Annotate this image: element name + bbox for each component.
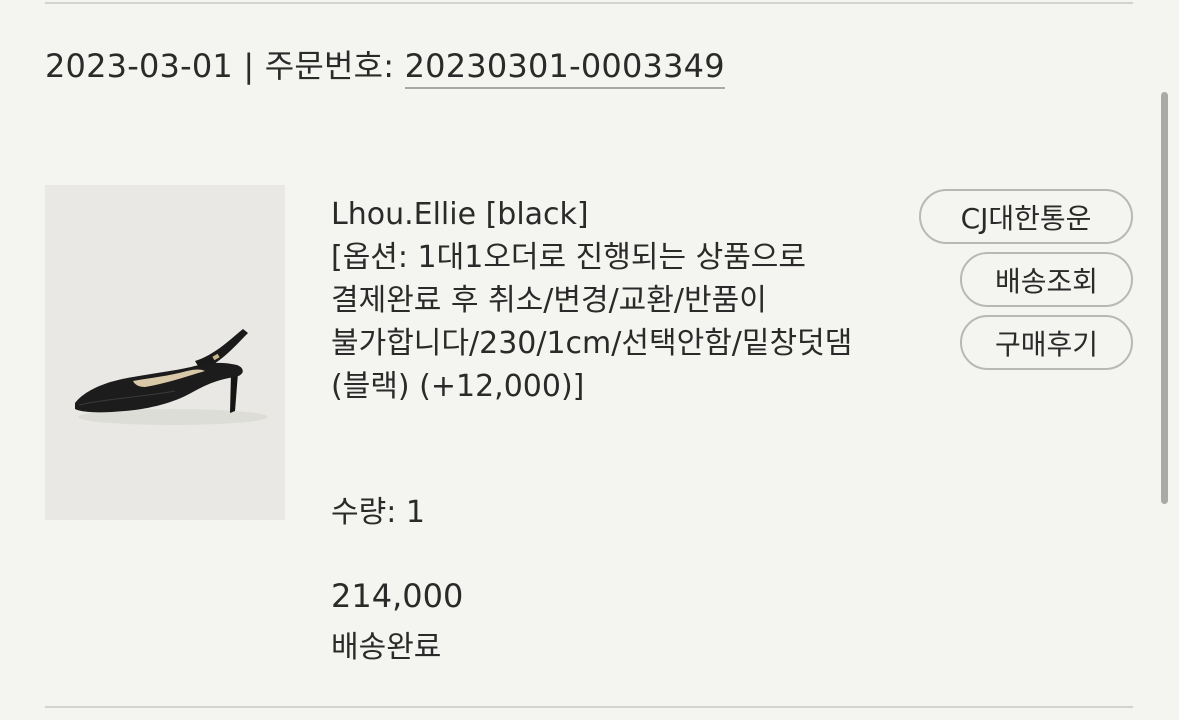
quantity-label: 수량:: [331, 495, 406, 530]
order-separator: |: [232, 47, 265, 85]
bottom-divider: [45, 706, 1133, 708]
delivery-status: 배송완료: [331, 630, 442, 665]
order-date: 2023-03-01: [45, 47, 233, 85]
carrier-button[interactable]: CJ대한통운: [919, 189, 1133, 244]
product-details: Lhou.Ellie [black] [옵션: 1대1오더로 진행되는 상품으로…: [331, 193, 861, 408]
product-options: [옵션: 1대1오더로 진행되는 상품으로 결제완료 후 취소/변경/교환/반품…: [331, 240, 853, 404]
write-review-button[interactable]: 구매후기: [960, 315, 1133, 370]
product-name[interactable]: Lhou.Ellie [black]: [331, 193, 861, 236]
black-slingback-shoe-photo-icon: [45, 185, 285, 520]
product-price: 214,000: [331, 577, 464, 615]
quantity-value: 1: [405, 495, 425, 530]
product-image[interactable]: [45, 185, 285, 520]
track-delivery-button[interactable]: 배송조회: [960, 252, 1133, 307]
scrollbar[interactable]: [1161, 92, 1168, 504]
top-divider: [45, 2, 1133, 4]
quantity-row: 수량: 1: [331, 491, 425, 534]
order-number-link[interactable]: 20230301-0003349: [404, 45, 725, 89]
order-header: 2023-03-01 | 주문번호: 20230301-0003349: [45, 44, 725, 89]
order-number-label: 주문번호:: [264, 47, 405, 85]
